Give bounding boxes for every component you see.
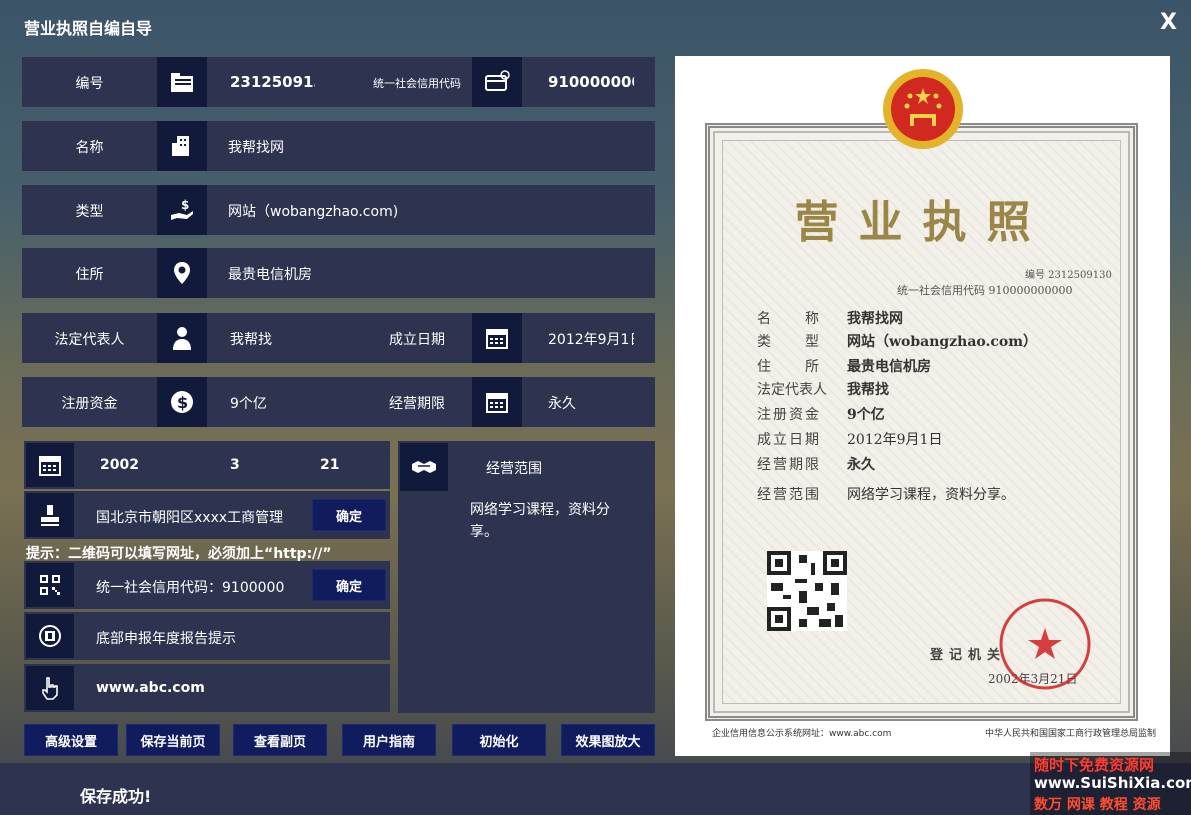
number-input[interactable]: 2312509130 [230,73,315,91]
rep-input[interactable]: 我帮找 [230,329,350,349]
name-label: 名称 [75,140,104,156]
authority-input[interactable]: 国北京市朝阳区xxxx工商管理 [96,507,306,527]
url-row: www.abc.com [24,664,390,712]
pointer-hand-icon [26,666,74,710]
qr-confirm-button[interactable]: 确定 [312,569,386,601]
cert-row: 法定代表人 我帮找 [757,382,889,398]
certificate-qr-code [767,551,847,631]
annual-notice-input[interactable]: 底部申报年度报告提示 [96,628,376,648]
capital-row: 注册资金 $ 9个亿 经营期限 永久 [22,377,655,427]
folder-icon [157,57,207,107]
certificate-credit: 统一社会信用代码 910000000000 [897,284,1073,297]
cert-row: 成立日期 2012年9月1日 [757,432,943,448]
founded-label: 成立日期 [389,332,445,348]
advanced-settings-button[interactable]: 高级设置 [24,724,118,756]
handshake-icon [400,443,448,491]
calendar-icon [26,443,74,487]
svg-text:$: $ [177,393,188,412]
certificate-footer-right: 中华人民共和国国家工商行政管理总局监制 [985,729,1157,739]
certificate-number: 编号 2312509130 [1025,270,1112,281]
location-pin-icon [157,248,207,298]
status-bar: 保存成功! [0,763,1191,815]
cert-row: 名 称我帮找网 [757,311,903,327]
term-label: 经营期限 [389,396,445,412]
calendar-icon [472,377,522,427]
cert-row: 经营范围 网络学习课程，资料分享。 [757,487,1015,503]
save-page-button[interactable]: 保存当前页 [126,724,220,756]
name-row: 名称 我帮找网 [22,121,655,171]
qr-code-icon [26,563,74,607]
address-row: 住所 最贵电信机房 [22,248,655,298]
emblem-icon [26,614,74,658]
annual-notice-row: 底部申报年度报告提示 [24,612,390,660]
credit-code-label: 统一社会信用代码 [373,77,461,90]
building-icon [157,121,207,171]
svg-text:$: $ [181,198,189,212]
cert-row: 住 所最贵电信机房 [757,359,931,375]
watermark-line1: 随时下免费资源网 [1034,756,1155,774]
founded-input[interactable]: 2012年9月1日 [548,329,634,349]
certificate-footer-left: 企业信用信息公示系统网址：www.abc.com [712,729,892,739]
authority-row: 国北京市朝阳区xxxx工商管理 确定 [24,491,390,539]
type-row: 类型 $ 网站（wobangzhao.com) [22,185,655,235]
year-input[interactable]: 2002 [100,457,160,473]
status-message: 保存成功! [80,787,152,806]
certificate-preview[interactable]: 营业执照 编号 2312509130 统一社会信用代码 910000000000… [675,56,1170,756]
number-label: 编号 [75,76,104,92]
scope-panel: 经营范围 网络学习课程，资料分享。 [398,441,655,713]
type-label: 类型 [75,204,104,220]
day-input[interactable]: 21 [320,457,350,473]
reset-button[interactable]: 初始化 [452,724,546,756]
credit-code-input[interactable]: 910000000000 [548,73,634,91]
address-input[interactable]: 最贵电信机房 [228,264,628,284]
url-input[interactable]: www.abc.com [96,680,376,696]
person-icon [157,313,207,363]
name-input[interactable]: 我帮找网 [228,137,628,157]
window-title: 营业执照自编自导 [24,19,153,38]
rep-row: 法定代表人 我帮找 成立日期 2012年9月1日 [22,313,655,363]
registration-authority: 登记机关 [930,648,1007,663]
calendar-icon [472,313,522,363]
watermark: 随时下免费资源网 www.SuiShiXia.com 数万 网课 教程 资源 [1030,752,1191,815]
cert-row: 经营期限 永久 [757,457,875,473]
credit-card-icon [472,57,522,107]
authority-confirm-button[interactable]: 确定 [312,499,386,531]
cert-row: 注册资金 9个亿 [757,407,885,423]
watermark-line3: 数万 网课 教程 资源 [1034,797,1161,813]
capital-input[interactable]: 9个亿 [230,393,350,413]
qr-input[interactable]: 统一社会信用代码：9100000 [96,577,306,597]
zoom-preview-button[interactable]: 效果图放大 [561,724,655,756]
national-emblem-icon [883,69,963,149]
certificate-title: 营业执照 [794,197,1051,248]
rep-label: 法定代表人 [54,332,125,348]
number-row: 编号 2312509130 统一社会信用代码 910000000000 [22,57,655,107]
dollar-coin-icon: $ [157,377,207,427]
close-button[interactable]: X [1160,10,1177,35]
hand-money-icon: $ [157,185,207,235]
qr-row: 统一社会信用代码：9100000 确定 [24,561,390,609]
scope-label: 经营范围 [486,461,542,477]
address-label: 住所 [75,267,104,283]
user-guide-button[interactable]: 用户指南 [342,724,436,756]
watermark-line2: www.SuiShiXia.com [1034,774,1191,792]
official-seal-icon [999,598,1091,690]
view-copy-button[interactable]: 查看副页 [233,724,327,756]
type-input[interactable]: 网站（wobangzhao.com) [228,201,628,221]
qr-hint: 提示：二维码可以填写网址，必须加上“http://” [26,546,332,562]
term-input[interactable]: 永久 [548,393,634,413]
stamp-icon [26,493,74,537]
scope-input[interactable]: 网络学习课程，资料分享。 [470,499,630,543]
month-input[interactable]: 3 [230,457,260,473]
title-bar: 营业执照自编自导 X [0,0,1191,50]
capital-label: 注册资金 [61,396,118,412]
date-row: 2002 3 21 [24,441,390,489]
cert-row: 类 型网站（wobangzhao.com） [757,334,1038,350]
